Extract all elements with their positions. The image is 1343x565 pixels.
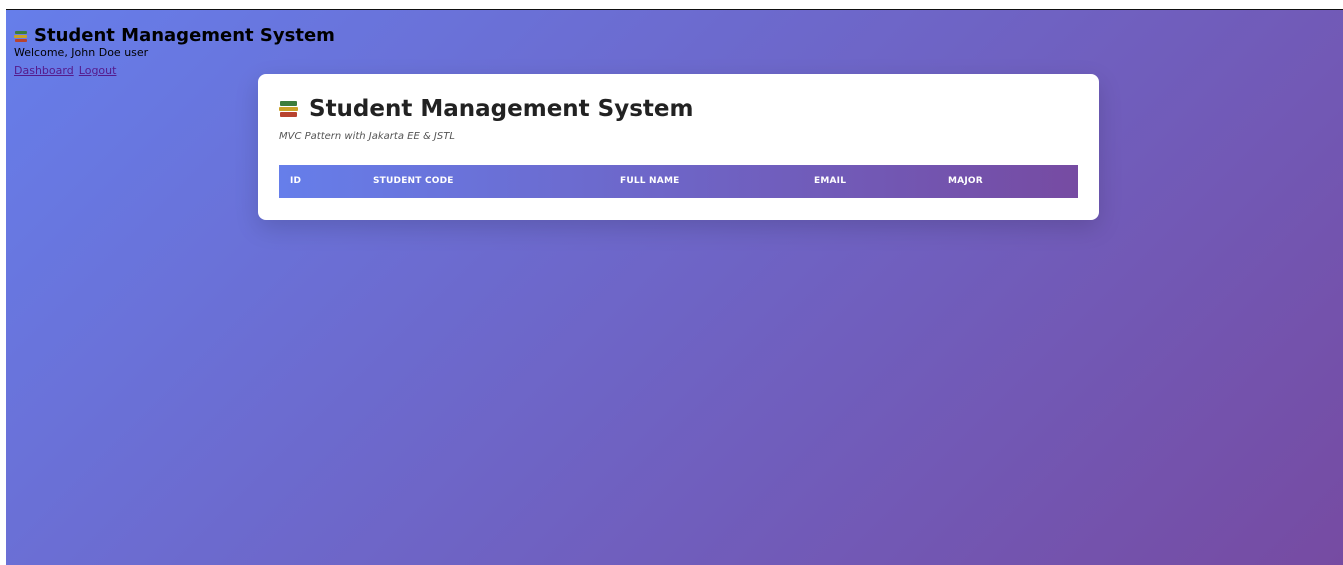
column-header-student-code: STUDENT CODE [373, 176, 454, 186]
app-title: Student Management System [14, 26, 335, 46]
students-table-header: ID STUDENT CODE FULL NAME EMAIL MAJOR [279, 165, 1078, 198]
column-header-major: MAJOR [948, 176, 983, 186]
books-icon [14, 29, 28, 43]
dashboard-link[interactable]: Dashboard [14, 64, 74, 77]
card-title: Student Management System [279, 96, 694, 122]
card-title-text: Student Management System [309, 96, 694, 122]
column-header-full-name: FULL NAME [620, 176, 680, 186]
books-icon [279, 99, 299, 119]
column-header-id: ID [290, 176, 302, 186]
welcome-message: Welcome, John Doe user [14, 46, 149, 59]
column-header-email: EMAIL [814, 176, 847, 186]
logout-link[interactable]: Logout [79, 64, 117, 77]
page-background: Student Management System Welcome, John … [6, 9, 1343, 565]
card-subtitle: MVC Pattern with Jakarta EE & JSTL [279, 131, 455, 142]
app-title-text: Student Management System [34, 25, 335, 46]
top-header: Student Management System Welcome, John … [14, 26, 335, 78]
main-card: Student Management System MVC Pattern wi… [258, 74, 1099, 220]
